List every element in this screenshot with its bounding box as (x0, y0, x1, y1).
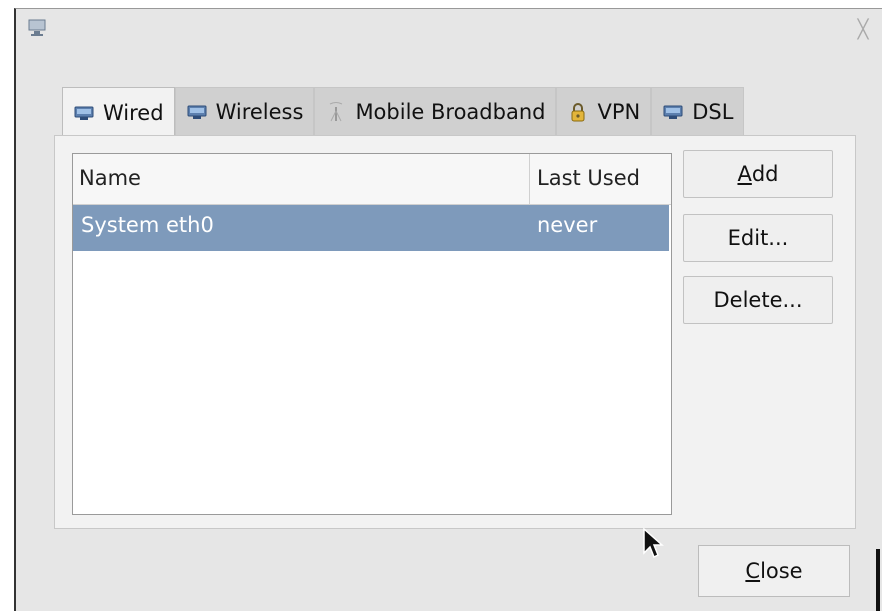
list-item[interactable]: System eth0 never (73, 205, 669, 251)
dsl-network-icon (663, 105, 683, 119)
add-button[interactable]: Add (683, 150, 833, 198)
tab-vpn[interactable]: VPN (556, 87, 652, 135)
add-label: dd (751, 162, 779, 186)
mobile-broadband-icon (330, 101, 343, 121)
window-edge (876, 549, 880, 611)
tab-wired-label: Wired (103, 100, 164, 125)
column-divider[interactable] (529, 154, 530, 204)
tab-wireless-label: Wireless (215, 99, 304, 124)
mouse-pointer-icon (643, 527, 664, 559)
tab-dsl-label: DSL (692, 99, 734, 124)
connection-last-used: never (537, 213, 598, 237)
wired-tab-panel: Name Last Used System eth0 never Add Edi… (54, 135, 856, 529)
column-header-last-used[interactable]: Last Used (537, 166, 640, 190)
close-icon[interactable]: ╳ (854, 21, 872, 39)
close-mnemonic: C (745, 559, 761, 583)
title-bar: ╳ (16, 9, 882, 49)
vpn-lock-icon (571, 102, 585, 121)
connection-name: System eth0 (81, 213, 214, 237)
tab-mobile-broadband-label: Mobile Broadband (355, 99, 546, 124)
tab-mobile-broadband[interactable]: Mobile Broadband (314, 87, 557, 135)
tab-vpn-label: VPN (597, 99, 641, 124)
tab-dsl[interactable]: DSL (651, 87, 745, 135)
tab-wired[interactable]: Wired (62, 87, 175, 137)
add-mnemonic: A (737, 162, 752, 186)
close-label: lose (760, 559, 803, 583)
wireless-network-icon (187, 105, 207, 119)
network-manager-icon (28, 19, 46, 36)
edit-button[interactable]: Edit... (683, 214, 833, 262)
tab-wireless[interactable]: Wireless (174, 87, 315, 135)
wired-network-icon (74, 106, 94, 120)
tab-bar: Wired Wireless Mobile Broadband VPN DSL (62, 87, 745, 137)
connections-list[interactable]: Name Last Used System eth0 never (72, 153, 672, 515)
delete-button[interactable]: Delete... (683, 276, 833, 324)
connections-dialog: ╳ Wired Wireless Mobile Broadband VPN DS… (14, 8, 882, 611)
column-header-name[interactable]: Name (79, 166, 141, 190)
close-button[interactable]: Close (698, 545, 850, 597)
list-header: Name Last Used (73, 154, 671, 205)
